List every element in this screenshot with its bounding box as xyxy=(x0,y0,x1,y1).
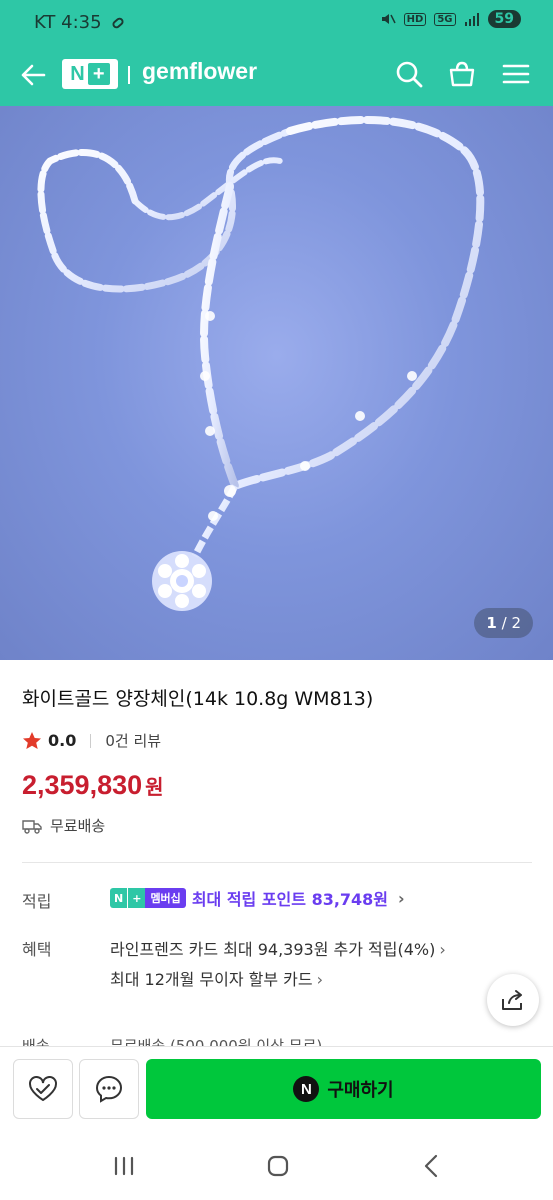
rating-row[interactable]: 0.0 0건 리뷰 xyxy=(22,730,161,751)
heart-check-icon xyxy=(29,1076,57,1102)
benefit-label: 혜택 xyxy=(22,940,52,959)
wishlist-button[interactable] xyxy=(13,1059,73,1119)
talk-button[interactable] xyxy=(79,1059,139,1119)
chevron-right-icon: › xyxy=(316,970,324,989)
share-button[interactable] xyxy=(487,974,539,1026)
signal-icon xyxy=(464,13,479,26)
header-divider xyxy=(128,66,130,84)
necklace-image xyxy=(37,115,485,611)
mute-icon xyxy=(381,14,396,24)
product-title: 화이트골드 양장체인(14k 10.8g WM813) xyxy=(22,688,374,710)
link-icon xyxy=(112,17,124,28)
membership-badge: N + 멤버십 xyxy=(110,888,186,908)
product-image[interactable]: 1 / 2 xyxy=(0,106,553,660)
shipping-info: 무료배송 xyxy=(22,815,105,836)
chevron-right-icon: › xyxy=(398,888,405,908)
points-text: 최대 적립 포인트 83,748원 xyxy=(191,890,389,909)
share-icon xyxy=(502,990,522,1010)
status-bar: KT 4:35 HD 5G 59 xyxy=(0,0,553,44)
buy-button[interactable]: N 구매하기 xyxy=(146,1059,541,1119)
product-price: 2,359,830 원 xyxy=(22,770,164,800)
truck-icon xyxy=(22,819,42,834)
logo-plus: + xyxy=(87,63,110,85)
network-icon: 5G xyxy=(434,12,456,26)
app-header: N + gemflower xyxy=(0,44,553,106)
naver-plus-logo[interactable]: N + xyxy=(62,59,118,89)
star-icon xyxy=(23,731,41,749)
section-divider xyxy=(22,862,532,863)
benefit-installment[interactable]: 최대 12개월 무이자 할부 카드 › xyxy=(110,966,323,990)
action-bar: N 구매하기 xyxy=(0,1046,553,1130)
menu-icon[interactable] xyxy=(500,58,532,90)
search-icon[interactable] xyxy=(393,58,425,90)
benefit-card-points[interactable]: 라인프렌즈 카드 최대 94,393원 추가 적립(4%) › xyxy=(110,936,446,960)
buy-label: 구매하기 xyxy=(327,1080,394,1101)
logo-n: N xyxy=(70,62,85,85)
store-name[interactable]: gemflower xyxy=(142,58,257,85)
delivery-info: 무료배송 (500,000원 이상 무료) xyxy=(110,1037,323,1046)
image-counter: 1 / 2 xyxy=(474,608,533,638)
shipping-label: 무료배송 xyxy=(50,817,106,835)
home-icon[interactable] xyxy=(264,1152,292,1180)
back-icon[interactable] xyxy=(418,1152,446,1180)
delivery-label: 배송 xyxy=(22,1037,50,1046)
recent-apps-icon[interactable] xyxy=(110,1152,138,1180)
system-nav-bar xyxy=(0,1130,553,1200)
rating-score: 0.0 xyxy=(48,731,77,750)
chevron-right-icon: › xyxy=(439,940,446,959)
status-time: KT 4:35 xyxy=(34,12,102,33)
cart-icon[interactable] xyxy=(446,58,478,90)
points-row[interactable]: N + 멤버십 최대 적립 포인트 83,748원 › xyxy=(110,886,405,910)
hd-icon: HD xyxy=(403,12,427,26)
rating-divider xyxy=(90,733,92,748)
chat-icon xyxy=(95,1075,123,1103)
naver-pay-icon: N xyxy=(293,1076,320,1102)
points-label: 적립 xyxy=(22,892,52,911)
review-count[interactable]: 0건 리뷰 xyxy=(105,730,161,751)
battery-icon: 59 xyxy=(487,10,521,28)
back-arrow-icon[interactable] xyxy=(18,60,48,90)
